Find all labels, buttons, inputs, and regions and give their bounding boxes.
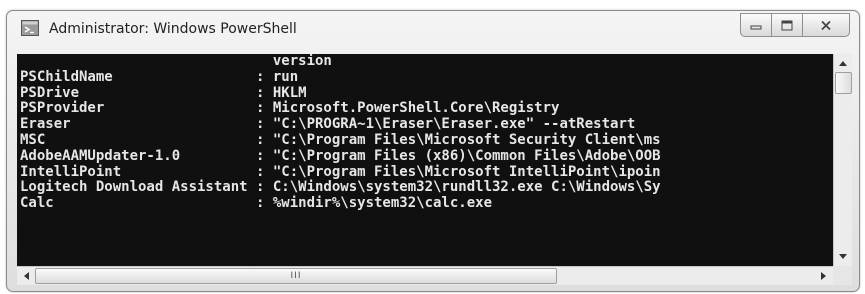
console-line: IntelliPoint : "C:\Program Files\Microso… bbox=[20, 163, 661, 180]
scroll-left-icon[interactable] bbox=[24, 272, 29, 280]
console-line: PSDrive : HKLM bbox=[20, 84, 307, 101]
minimize-button[interactable] bbox=[740, 13, 772, 37]
horizontal-scrollbar[interactable]: III bbox=[17, 266, 833, 285]
console-line: version bbox=[20, 54, 332, 69]
vertical-scroll-thumb[interactable] bbox=[835, 72, 852, 94]
minimize-icon bbox=[750, 25, 762, 30]
close-icon bbox=[821, 20, 831, 30]
scroll-grip: III bbox=[290, 271, 302, 281]
maximize-button[interactable] bbox=[771, 13, 803, 37]
console-line: PSProvider : Microsoft.PowerShell.Core\R… bbox=[20, 100, 560, 117]
window-title: Administrator: Windows PowerShell bbox=[49, 21, 297, 37]
scroll-down-icon[interactable] bbox=[839, 254, 847, 259]
console-lines: version PSChildName : run PSDrive : HKLM PS… bbox=[20, 54, 661, 212]
horizontal-scroll-thumb[interactable]: III bbox=[35, 268, 557, 284]
title-bar[interactable]: Administrator: Windows PowerShell bbox=[7, 11, 859, 45]
console-line: Calc : %windir%\system32\calc.exe bbox=[20, 195, 493, 212]
console-line: Logitech Download Assistant : C:\Windows… bbox=[20, 179, 661, 196]
scroll-right-icon[interactable] bbox=[821, 272, 826, 280]
powershell-icon bbox=[21, 20, 39, 36]
scrollbar-corner bbox=[833, 266, 852, 285]
vertical-scrollbar[interactable] bbox=[833, 54, 852, 266]
powershell-window: Administrator: Windows PowerShell versio… bbox=[6, 10, 860, 292]
console-line: AdobeAAMUpdater-1.0 : "C:\Program Files … bbox=[20, 147, 661, 164]
scroll-up-icon[interactable] bbox=[839, 61, 847, 66]
console-line: Eraser : "C:\PROGRA~1\Eraser\Eraser.exe"… bbox=[20, 116, 636, 133]
close-button[interactable] bbox=[802, 13, 850, 37]
console-line: MSC : "C:\Program Files\Microsoft Securi… bbox=[20, 131, 661, 148]
console-line: PSChildName : run bbox=[20, 68, 299, 85]
console-output[interactable]: version PSChildName : run PSDrive : HKLM PS… bbox=[17, 54, 833, 266]
maximize-icon bbox=[781, 20, 793, 30]
caption-buttons bbox=[740, 13, 850, 37]
